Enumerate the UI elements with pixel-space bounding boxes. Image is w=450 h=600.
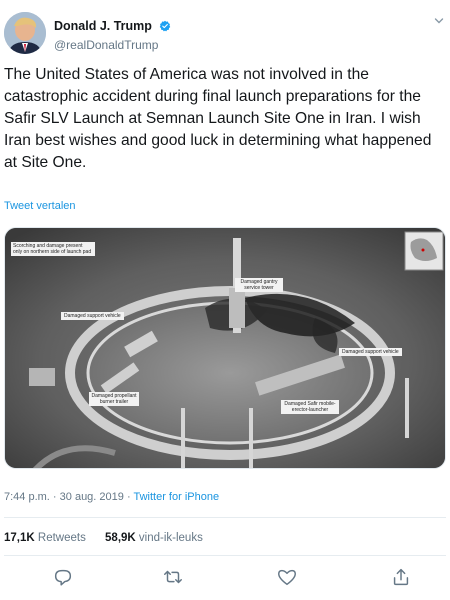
share-icon[interactable] (390, 566, 412, 588)
divider (4, 517, 446, 518)
meta-separator: · (126, 491, 131, 503)
tweet-source-link[interactable]: Twitter for iPhone (133, 491, 219, 503)
meta-separator: · (52, 491, 57, 503)
media-label-erector-launcher: Damaged Safir mobile-erector-launcher (281, 400, 339, 414)
tweet-header: Donald J. Trump @realDonaldTrump (4, 12, 446, 54)
tweet-stats: 17,1K Retweets 58,9K vind-ik-leuks (4, 532, 219, 544)
chevron-down-icon[interactable] (434, 16, 444, 26)
tweet-media-image[interactable]: Scorching and damage present only on nor… (4, 227, 446, 469)
retweets-count: 17,1K (4, 532, 35, 544)
tweet-date[interactable]: 30 aug. 2019 (60, 491, 124, 503)
tweet-time[interactable]: 7:44 p.m. (4, 491, 50, 503)
author-handle[interactable]: @realDonaldTrump (54, 38, 171, 52)
tweet-actions (4, 566, 446, 588)
tweet-card: Donald J. Trump @realDonaldTrump The Uni… (0, 0, 450, 600)
retweet-icon[interactable] (162, 566, 184, 588)
verified-badge-icon (160, 20, 171, 32)
retweets-stat[interactable]: 17,1K Retweets (4, 532, 86, 544)
tweet-meta: 7:44 p.m. · 30 aug. 2019 · Twitter for i… (4, 491, 219, 503)
media-label-scorching: Scorching and damage present only on nor… (11, 242, 95, 256)
likes-stat[interactable]: 58,9K vind-ik-leuks (105, 532, 203, 544)
likes-label: vind-ik-leuks (138, 532, 203, 544)
media-label-support-vehicle-left: Damaged support vehicle (61, 312, 124, 320)
author-names: Donald J. Trump @realDonaldTrump (54, 17, 171, 52)
avatar-image (4, 12, 46, 54)
like-icon[interactable] (276, 566, 298, 588)
avatar[interactable] (4, 12, 46, 54)
media-label-propellant-trailer: Damaged propellant burner trailer (89, 392, 139, 406)
divider (4, 555, 446, 556)
likes-count: 58,9K (105, 532, 136, 544)
retweets-label: Retweets (37, 532, 86, 544)
author-display-name[interactable]: Donald J. Trump (54, 19, 152, 33)
media-label-gantry: Damaged gantry service tower (235, 278, 283, 292)
translate-tweet-link[interactable]: Tweet vertalen (4, 200, 76, 212)
tweet-text: The United States of America was not inv… (4, 66, 432, 171)
media-label-support-vehicle-right: Damaged support vehicle (339, 348, 402, 356)
reply-icon[interactable] (52, 566, 74, 588)
